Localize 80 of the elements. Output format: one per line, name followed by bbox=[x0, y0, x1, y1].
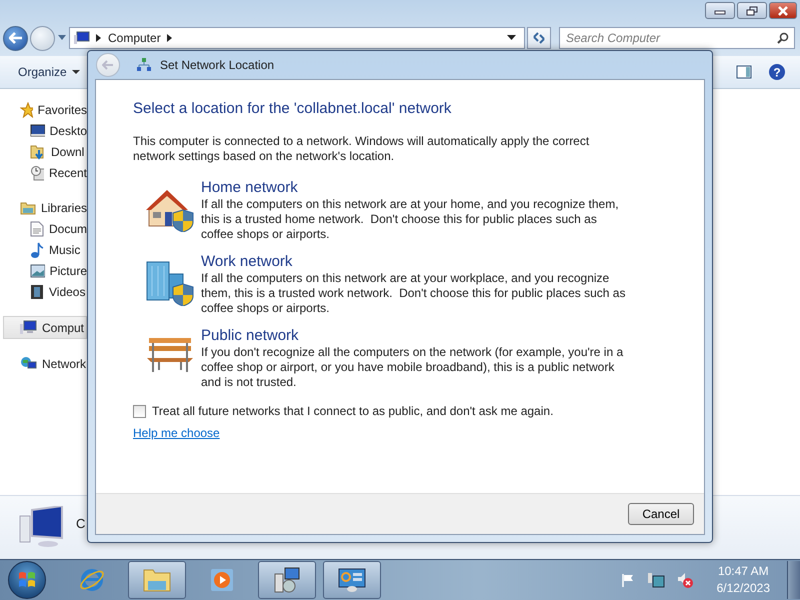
cancel-button[interactable]: Cancel bbox=[628, 503, 694, 525]
building-shield-icon bbox=[145, 260, 195, 306]
sidebar-item[interactable]: Comput bbox=[3, 316, 87, 339]
option-title[interactable]: Work network bbox=[201, 252, 626, 271]
option-description: If all the computers on this network are at your workplace, and you recognize them, this is a trusted work network. Don't choose this for public places such as coffee shops or airports. bbox=[201, 271, 626, 316]
help-icon[interactable]: ? bbox=[768, 63, 786, 81]
download-folder-icon bbox=[30, 144, 46, 160]
folder-icon bbox=[142, 567, 172, 593]
option-description: If all the computers on this network are at your home, and you recognize them, this is a trusted home network. Don't choose this for public places such as coffee shops or airports. bbox=[201, 197, 620, 242]
installer-icon bbox=[273, 566, 301, 594]
close-icon bbox=[777, 6, 789, 16]
show-desktop-button[interactable] bbox=[787, 561, 800, 599]
taskbar-button[interactable] bbox=[258, 561, 316, 599]
flag-icon[interactable] bbox=[620, 572, 636, 588]
restore-icon bbox=[746, 6, 758, 16]
arrow-left-icon bbox=[102, 60, 114, 70]
network-option[interactable]: Public network If you don't recognize all the computers on the network (for example, you're in a coffee shop or airport, or you have mobile broadband), this is a public network and is not trusted. bbox=[143, 326, 626, 390]
checkbox[interactable] bbox=[133, 404, 146, 418]
chevron-icon bbox=[166, 34, 173, 42]
dialog-heading: Select a location for the 'collabnet.local' network bbox=[133, 100, 452, 117]
chevron-icon bbox=[96, 34, 102, 42]
recent-places-icon bbox=[30, 164, 44, 180]
intro-text: This computer is connected to a network. Windows will automatically apply the correct network settings based on the network's location. bbox=[133, 134, 590, 164]
network-option[interactable]: Work network If all the computers on this network are at your workplace, and you recognize them, this is a trusted work network. Don't choose this for public places such as coffee shops or airports. bbox=[143, 252, 626, 316]
media-player-icon bbox=[209, 567, 235, 593]
taskbar-button[interactable] bbox=[323, 561, 381, 599]
star-icon bbox=[20, 102, 33, 118]
arrow-left-icon bbox=[8, 32, 22, 44]
help-link[interactable]: Help me choose bbox=[133, 426, 220, 440]
search-icon bbox=[777, 32, 789, 44]
caret-icon bbox=[72, 70, 80, 74]
back-button[interactable] bbox=[3, 26, 28, 50]
restore-button[interactable] bbox=[737, 2, 767, 19]
sidebar-item[interactable]: Videos bbox=[0, 281, 87, 302]
forward-button[interactable] bbox=[30, 26, 55, 50]
computer-icon bbox=[18, 506, 66, 550]
desktop-icon bbox=[30, 124, 45, 138]
network-option[interactable]: Home network If all the computers on this network are at your home, and you recognize them, this is a trusted home network. Don't choose this for public places such as coffee shops or airports. bbox=[143, 178, 626, 242]
sidebar-item[interactable]: Music bbox=[0, 239, 87, 260]
start-button[interactable] bbox=[8, 561, 46, 599]
checkbox-label[interactable]: Treat all future networks that I connect to as public, and don't ask me again. bbox=[152, 404, 554, 418]
sidebar-item[interactable]: Docum bbox=[0, 218, 87, 239]
history-dropdown-icon[interactable] bbox=[58, 35, 66, 41]
refresh-icon bbox=[532, 32, 546, 44]
control-panel-icon bbox=[337, 567, 367, 593]
dialog-title: Set Network Location bbox=[160, 58, 274, 72]
option-description: If you don't recognize all the computers on the network (for example, you're in a coffee shop or airport, or you have mobile broadband), this is a public network and is not trusted. bbox=[201, 345, 624, 390]
search-field[interactable]: Search Computer bbox=[559, 27, 795, 49]
sidebar-item[interactable]: Libraries bbox=[0, 197, 87, 218]
taskbar-button[interactable] bbox=[128, 561, 186, 599]
refresh-button[interactable] bbox=[527, 27, 551, 49]
film-icon bbox=[30, 284, 44, 300]
sidebar-item[interactable]: Deskto bbox=[0, 120, 87, 141]
dropdown-icon[interactable] bbox=[507, 35, 516, 41]
organize-button[interactable]: Organize bbox=[10, 61, 88, 83]
network-icon bbox=[20, 356, 37, 371]
preview-pane-icon[interactable] bbox=[736, 65, 752, 79]
computer-name: C bbox=[76, 516, 86, 531]
network-icon bbox=[136, 57, 152, 73]
windows-logo bbox=[17, 570, 37, 590]
sidebar-item[interactable]: Recent bbox=[0, 162, 87, 183]
network-status-icon[interactable] bbox=[646, 571, 665, 589]
computer-icon bbox=[74, 31, 90, 45]
sidebar-item[interactable]: Downl bbox=[0, 141, 87, 162]
sidebar-item[interactable]: Favorites bbox=[0, 99, 87, 120]
folder-icon bbox=[20, 200, 36, 214]
sidebar-item[interactable]: Picture bbox=[0, 260, 87, 281]
close-button[interactable] bbox=[769, 2, 797, 19]
option-title[interactable]: Public network bbox=[201, 326, 626, 345]
music-note-icon bbox=[30, 242, 44, 258]
minimize-button[interactable] bbox=[705, 2, 735, 19]
muted-speaker-icon[interactable] bbox=[676, 571, 694, 589]
document-icon bbox=[30, 220, 44, 236]
computer-icon bbox=[20, 320, 37, 335]
sidebar-item[interactable]: Network bbox=[0, 353, 87, 374]
address-bar[interactable]: Computer bbox=[69, 27, 525, 49]
browser-e-icon bbox=[78, 566, 106, 594]
option-title[interactable]: Home network bbox=[201, 178, 626, 197]
picture-icon bbox=[30, 264, 45, 278]
address-segment[interactable]: Computer bbox=[108, 31, 161, 45]
